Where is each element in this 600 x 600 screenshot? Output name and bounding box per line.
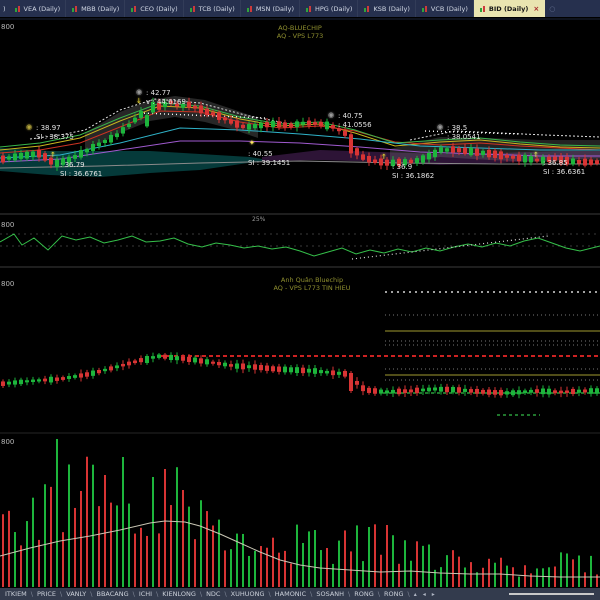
tab-label: VCB (Daily) <box>430 4 468 13</box>
tab-label: MSN (Daily) <box>255 4 294 13</box>
price-annotation: : 36.85 SI : 36.6361 <box>543 159 585 176</box>
price-annotation-line: : 38.5 <box>447 124 468 132</box>
sheet-tab-rong[interactable]: RONG <box>381 590 407 598</box>
price-annotation-line: : 40.75 <box>338 112 363 120</box>
oscillator-percent-label: 25% <box>252 216 266 223</box>
active-tab-label: BID (Daily) <box>488 4 529 13</box>
sheet-tab-bbacang[interactable]: BBACANG <box>93 590 131 598</box>
price-annotation-line: : 41.0556 <box>338 120 372 129</box>
tab-hpg[interactable]: HPG (Daily) <box>300 0 359 17</box>
signal-pane-axis-label: 800 <box>1 280 15 288</box>
price-annotation: : 36.79 SI : 36.6761 <box>60 161 102 178</box>
price-annotation-line: SI : 39.1451 <box>248 158 291 167</box>
signal-dot-icon: ◉ <box>437 123 444 131</box>
chart-tab-bar: ) VEA (Daily) MBB (Daily) CEO (Daily) TCB (… <box>0 0 600 17</box>
main-pane-title-line2: AQ - VPS L773 <box>276 31 324 40</box>
sheet-nav-icon-1[interactable]: ◂ <box>420 591 429 598</box>
sheet-tab-sosanh[interactable]: SOSANH <box>313 590 347 598</box>
price-annotation-line: : 38.0541 <box>447 132 481 141</box>
trading-app-window: ) VEA (Daily) MBB (Daily) CEO (Daily) TCB (… <box>0 0 600 600</box>
arrow-down-icon: ↓ <box>136 97 142 105</box>
price-annotation-line: : 42.77 <box>146 89 171 97</box>
sheet-tab-kienlong[interactable]: KIENLONG <box>159 590 199 598</box>
chart-tab-icon <box>306 5 311 12</box>
star-icon: ✦ <box>249 139 255 147</box>
tab-msn[interactable]: MSN (Daily) <box>241 0 300 17</box>
price-annotation: : 38.5: 38.0541 <box>447 124 481 141</box>
chart-tab-icon <box>421 5 427 12</box>
sheet-strip: ITKIEM \ PRICE \ VANLY \ BBACANG \ ICHI \ KIENLONG… <box>2 590 411 598</box>
new-tab-button[interactable]: ○ <box>545 0 559 17</box>
price-annotation-line: : 38.97 <box>36 124 61 132</box>
tab-label: MBB (Daily) <box>81 4 120 13</box>
tab-label: CEO (Daily) <box>140 4 178 13</box>
tab-label: TCB (Daily) <box>198 4 235 13</box>
price-annotation-line: SI : 36.6761 <box>60 169 103 178</box>
price-annotation-line: SI : 36.6361 <box>543 167 586 176</box>
price-annotation-line: : 40.55 <box>248 150 273 158</box>
sheet-nav-icon-2[interactable]: ▸ <box>429 591 438 598</box>
signal-dot-icon: ◉ <box>26 123 33 131</box>
chart-tab-icon <box>189 5 195 12</box>
main-pane-title: AQ-BLUECHIP AQ - VPS L773 <box>200 24 400 40</box>
price-annotation-line: SI : 38.375 <box>36 132 74 141</box>
tab-tcb[interactable]: TCB (Daily) <box>184 0 241 17</box>
signal-pane-title: Anh Quân Bluechip AQ - VPS L773 TIN HIEU <box>212 276 412 292</box>
chart-tab-icon <box>364 5 370 12</box>
price-annotation-line: : 36.85 <box>543 159 568 167</box>
chart-tab-icon <box>14 5 20 12</box>
main-pane-axis-label: 800 <box>1 23 15 31</box>
price-annotation: : 38.97 SI : 38.375 <box>36 124 74 141</box>
chart-tab-icon <box>479 5 485 12</box>
signal-pane-title-line2: AQ - VPS L773 TIN HIEU <box>273 283 351 292</box>
price-annotation: : 42.77 v : 44.6169 <box>146 89 186 106</box>
tab-label: VEA (Daily) <box>23 4 61 13</box>
tab-bid-active[interactable]: BID (Daily) × <box>473 0 546 17</box>
signal-dot-icon: ◉ <box>136 88 143 96</box>
horizontal-scrollbar[interactable] <box>438 588 598 600</box>
tab-vcb[interactable]: VCB (Daily) <box>416 0 474 17</box>
tab-label: HPG (Daily) <box>315 4 353 13</box>
chart-tab-icon <box>246 5 252 12</box>
chart-tab-icon <box>131 5 137 12</box>
tab-ceo[interactable]: CEO (Daily) <box>125 0 184 17</box>
tab-vea[interactable]: VEA (Daily) <box>9 0 67 17</box>
sheet-tab-ndc[interactable]: NDC <box>203 590 223 598</box>
sheet-tab-price[interactable]: PRICE <box>34 590 59 598</box>
price-annotation: : 40.75: 41.0556 <box>338 112 372 129</box>
price-annotation: : 40.55 SI : 39.1451 <box>248 150 290 167</box>
sheet-tab-bar: ITKIEM \ PRICE \ VANLY \ BBACANG \ ICHI \ KIENLONG… <box>0 588 600 600</box>
price-annotation-line: : 36.79 <box>60 161 85 169</box>
volume-pane-axis-label: 800 <box>1 438 15 446</box>
sheet-tab-itkiem[interactable]: ITKIEM <box>2 590 30 598</box>
chart-tab-icon <box>72 5 78 12</box>
arrow-up-icon: ↑ <box>50 151 56 159</box>
tab-label: KSB (Daily) <box>373 4 410 13</box>
price-annotation: : 36.9 SI : 36.1862 <box>392 163 434 180</box>
sheet-tab-xuhuong[interactable]: XUHUONG <box>228 590 268 598</box>
truncated-tab[interactable]: ) <box>0 0 9 17</box>
arrow-up-icon: ↑ <box>381 153 387 161</box>
oscillator-pane-axis-label: 800 <box>1 221 15 229</box>
close-tab-icon[interactable]: × <box>533 5 539 13</box>
tab-mbb[interactable]: MBB (Daily) <box>66 0 126 17</box>
tab-strip: VEA (Daily) MBB (Daily) CEO (Daily) TCB (Da… <box>9 0 560 17</box>
arrow-up-icon: ↑ <box>533 151 539 159</box>
sheet-tab-ichi[interactable]: ICHI <box>136 590 155 598</box>
price-annotation-line: v : 44.6169 <box>146 97 186 106</box>
sheet-nav-icon-0[interactable]: ▴ <box>411 591 420 598</box>
price-annotation-line: SI : 36.1862 <box>392 171 435 180</box>
signal-dot-icon: ◉ <box>328 111 335 119</box>
sheet-tab-rong[interactable]: RONG <box>351 590 377 598</box>
tab-ksb[interactable]: KSB (Daily) <box>358 0 416 17</box>
scrollbar-thumb[interactable] <box>509 593 594 595</box>
sheet-nav-buttons: ▴ ◂ ▸ <box>411 591 438 598</box>
sheet-tab-hamonic[interactable]: HAMONIC <box>272 590 309 598</box>
price-annotation-line: : 36.9 <box>392 163 413 171</box>
chart-canvas[interactable] <box>0 0 600 600</box>
sheet-tab-vanly[interactable]: VANLY <box>63 590 89 598</box>
